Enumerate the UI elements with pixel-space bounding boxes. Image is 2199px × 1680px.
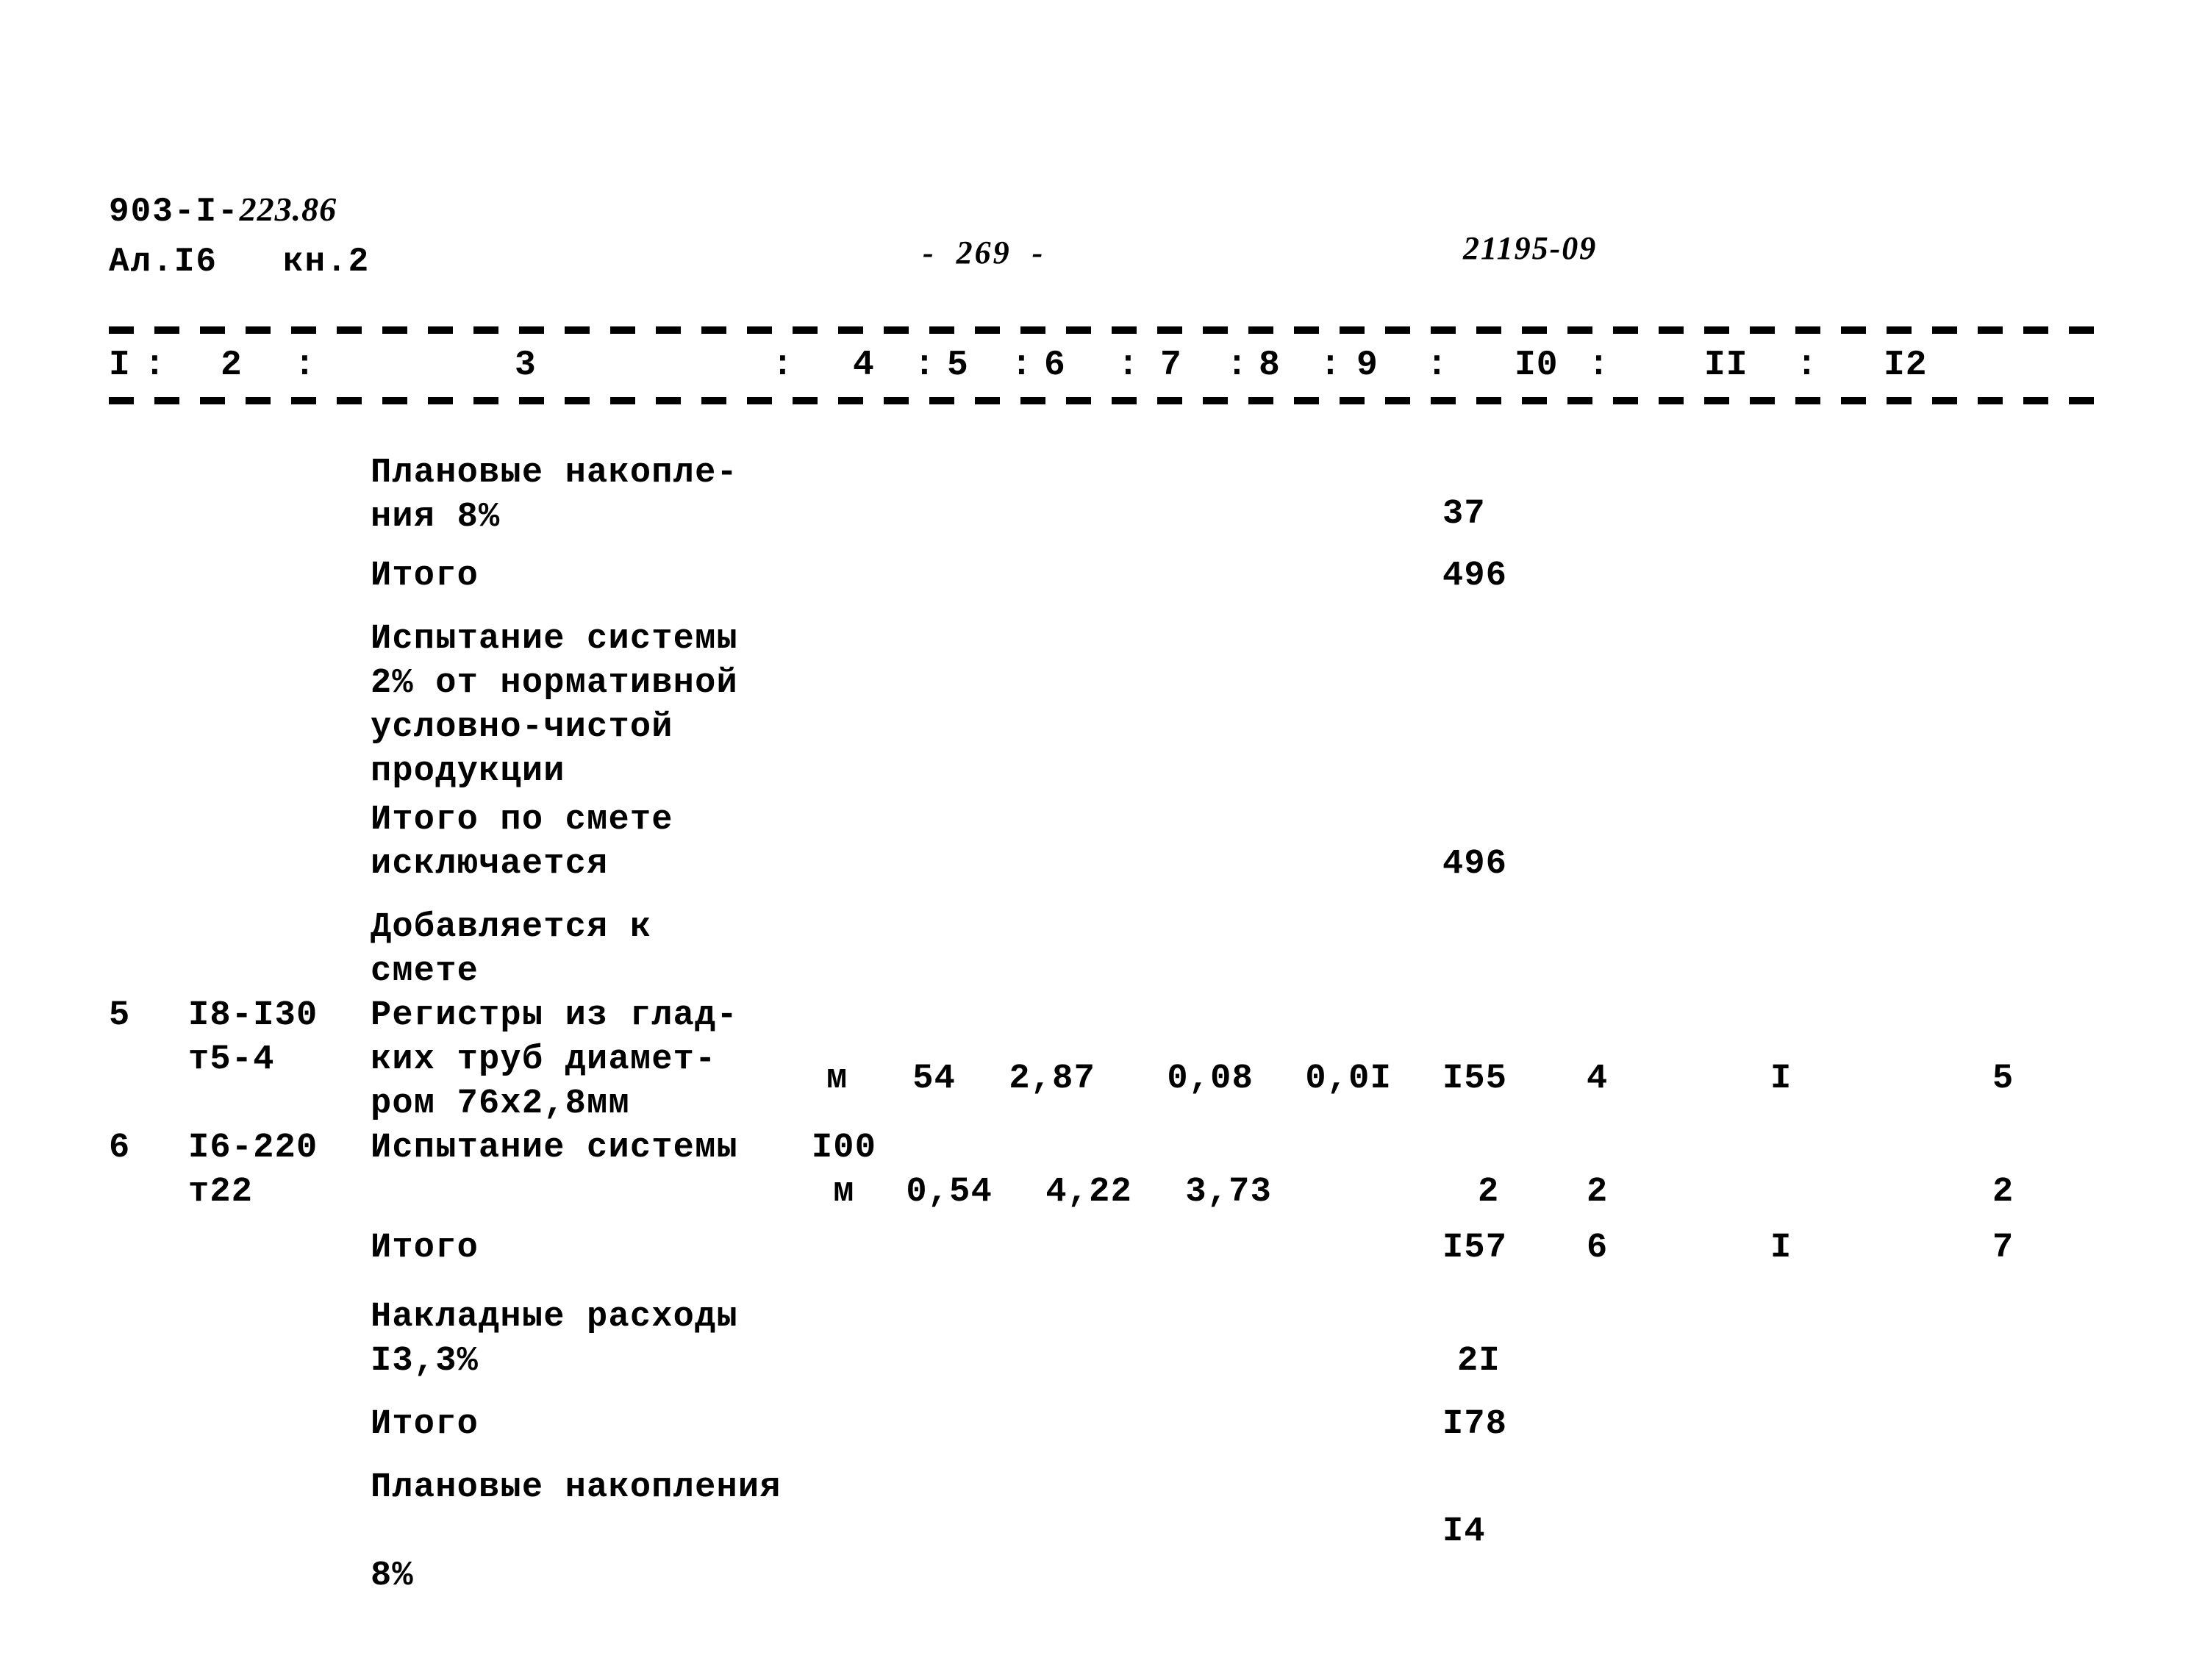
column-number-6: 6 — [1044, 346, 1066, 385]
column-separator: : — [914, 346, 935, 385]
column-number-1: I — [109, 346, 131, 385]
table-cell-norm-code: I8-I30 т5-4 — [188, 996, 318, 1079]
document-series-code: 903-I-223.86 — [109, 190, 337, 231]
table-row: Испытание системы — [371, 1129, 738, 1168]
table-cell-position-no: 5 — [109, 996, 131, 1035]
column-separator: : — [772, 346, 793, 385]
table-cell-col11: I — [1770, 1059, 1792, 1098]
column-number-7: 7 — [1160, 346, 1182, 385]
column-number-8: 8 — [1259, 346, 1281, 385]
table-row: Накладные расходы I3,3% — [371, 1298, 738, 1381]
column-separator: : — [1796, 346, 1817, 385]
column-number-2: 2 — [221, 346, 243, 385]
table-row: Итого по смете исключается — [371, 801, 673, 884]
table-column-header-row: I : 2 : 3 : 4 : 5 : 6 : 7 : 8 : 9 : I0 :… — [0, 346, 2199, 393]
table-cell-col9: 37 — [1442, 495, 1486, 534]
table-cell-col10: 6 — [1587, 1229, 1609, 1268]
column-separator: : — [294, 346, 315, 385]
album-book-line: Ал.I6 кн.2 — [109, 243, 371, 281]
table-cell-unit: I00 м — [811, 1129, 877, 1212]
table-row: Плановые накопления 8% — [371, 1468, 782, 1595]
column-number-12: I2 — [1884, 346, 1928, 385]
table-cell-col9: I4 — [1442, 1512, 1486, 1551]
series-code-printed: 903-I- — [109, 193, 240, 231]
column-number-11: II — [1704, 346, 1748, 385]
table-row: Итого — [371, 1405, 479, 1444]
table-row: Испытание системы 2% от нормативной усло… — [371, 620, 738, 791]
table-cell-col9: I55 — [1442, 1059, 1508, 1098]
column-number-4: 4 — [853, 346, 875, 385]
document-page: 903-I-223.86 Ал.I6 кн.2 - 269 - 21195-09… — [0, 0, 2199, 1680]
table-cell-col9: 2I — [1457, 1342, 1501, 1381]
table-cell-col12: 2 — [1992, 1173, 2014, 1212]
column-number-5: 5 — [947, 346, 969, 385]
table-row: Итого — [371, 1229, 479, 1268]
table-rule-bottom — [109, 397, 2094, 404]
table-cell-col5: 2,87 — [1009, 1059, 1095, 1098]
sheet-code: 21195-09 — [1463, 230, 1598, 266]
column-separator: : — [144, 346, 165, 385]
table-cell-col12: 5 — [1992, 1059, 2014, 1098]
table-cell-col7: 0,0I — [1305, 1059, 1392, 1098]
table-cell-col9: 2 — [1478, 1173, 1500, 1212]
table-cell-col4: 54 — [912, 1059, 956, 1098]
table-cell-col6: 0,08 — [1167, 1059, 1254, 1098]
table-cell-col6: 3,73 — [1185, 1173, 1272, 1212]
table-cell-unit: м — [826, 1059, 848, 1098]
table-cell-col10: 4 — [1587, 1059, 1609, 1098]
table-cell-col4: 0,54 — [906, 1173, 993, 1212]
column-number-10: I0 — [1515, 346, 1559, 385]
table-rule-top — [109, 326, 2094, 334]
column-separator: : — [1426, 346, 1448, 385]
column-separator: : — [1011, 346, 1032, 385]
table-cell-col9: 496 — [1442, 557, 1508, 596]
table-cell-col10: 2 — [1587, 1173, 1609, 1212]
column-separator: : — [1588, 346, 1609, 385]
column-number-9: 9 — [1356, 346, 1379, 385]
table-cell-col12: 7 — [1992, 1229, 2014, 1268]
table-cell-col9: I78 — [1442, 1405, 1508, 1444]
table-cell-position-no: 6 — [109, 1129, 131, 1168]
table-row: Итого — [371, 557, 479, 596]
table-cell-col9: 496 — [1442, 845, 1508, 884]
table-row: Плановые накопле- ния 8% — [371, 454, 738, 537]
column-separator: : — [1118, 346, 1139, 385]
table-cell-col5: 4,22 — [1045, 1173, 1132, 1212]
series-code-handwritten: 223.86 — [239, 190, 337, 228]
table-row: Добавляется к смете — [371, 908, 652, 991]
table-cell-col9: I57 — [1442, 1229, 1508, 1268]
table-cell-norm-code: I6-220 т22 — [188, 1129, 318, 1212]
table-cell-col11: I — [1770, 1229, 1792, 1268]
page-number: - 269 - — [923, 235, 1045, 271]
column-number-3: 3 — [515, 346, 537, 385]
column-separator: : — [1320, 346, 1341, 385]
table-row: Регистры из глад- ких труб диамет- ром 7… — [371, 996, 738, 1123]
column-separator: : — [1226, 346, 1248, 385]
